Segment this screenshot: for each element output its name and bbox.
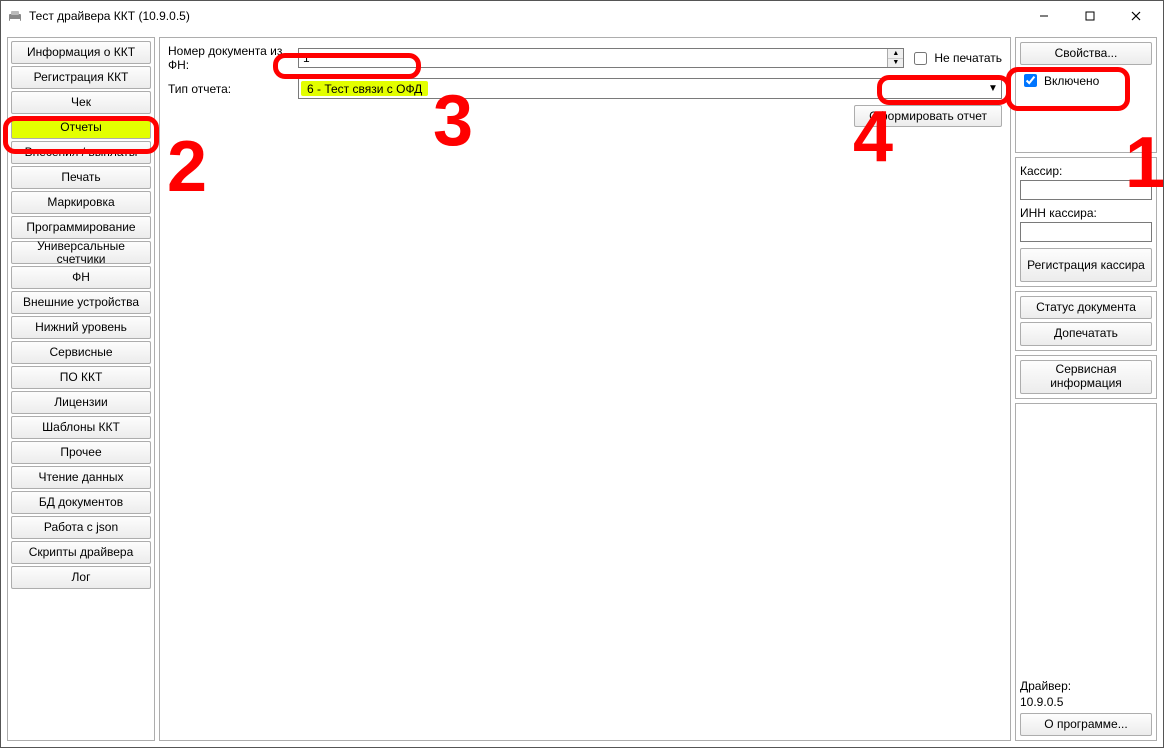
noprint-checkbox[interactable]: Не печатать [910,49,1002,68]
generate-report-label: Сформировать отчет [869,109,987,123]
sidebar-item-label: Скрипты драйвера [29,546,134,559]
sidebar-item-print[interactable]: Печать [11,166,151,189]
body: Информация о ККТ Регистрация ККТ Чек Отч… [1,31,1163,747]
report-type-value: 6 - Тест связи с ОФД [301,81,428,96]
doc-status-label: Статус документа [1036,301,1136,314]
minimize-button[interactable] [1021,1,1067,31]
sidebar-item-service[interactable]: Сервисные [11,341,151,364]
cashier-box: Кассир: ИНН кассира: Регистрация кассира [1015,157,1157,287]
spin-up-icon[interactable]: ▲ [888,49,903,59]
doc-actions-box: Статус документа Допечатать [1015,291,1157,350]
sidebar-item-label: Внесения / выплаты [25,146,138,159]
reprint-button[interactable]: Допечатать [1020,322,1152,345]
sidebar-item-licenses[interactable]: Лицензии [11,391,151,414]
service-info-label: Сервисная информация [1023,363,1149,389]
sidebar-item-label: Чтение данных [39,471,124,484]
sidebar-item-registration[interactable]: Регистрация ККТ [11,66,151,89]
sidebar-item-programming[interactable]: Программирование [11,216,151,239]
sidebar-item-label: Нижний уровень [35,321,127,334]
sidebar-item-label: Прочее [60,446,101,459]
cashier-label: Кассир: [1020,164,1152,178]
report-type-dropdown[interactable]: 6 - Тест связи с ОФД ▼ [298,78,1002,99]
sidebar-item-label: Чек [71,96,91,109]
generate-report-button[interactable]: Сформировать отчет [854,105,1002,127]
app-icon [7,8,23,24]
sidebar-item-readdata[interactable]: Чтение данных [11,466,151,489]
register-cashier-label: Регистрация кассира [1027,259,1145,272]
spin-down-icon[interactable]: ▼ [888,59,903,68]
sidebar-item-external[interactable]: Внешние устройства [11,291,151,314]
about-label: О программе... [1044,718,1127,731]
sidebar-item-label: Маркировка [47,196,114,209]
sidebar-item-label: Отчеты [60,121,101,134]
doc-status-button[interactable]: Статус документа [1020,296,1152,319]
cashier-inn-label: ИНН кассира: [1020,206,1152,220]
main-panel: Номер документа из ФН: ▲ ▼ Не печатать Т… [159,37,1011,741]
sidebar-item-log[interactable]: Лог [11,566,151,589]
sidebar-item-label: Программирование [26,221,135,234]
sidebar-item-templates[interactable]: Шаблоны ККТ [11,416,151,439]
app-window: Тест драйвера ККТ (10.9.0.5) Информация … [0,0,1164,748]
sidebar-item-label: БД документов [39,496,123,509]
noprint-label: Не печатать [934,51,1002,65]
service-box: Сервисная информация [1015,355,1157,399]
sidebar-item-label: Регистрация ККТ [34,71,129,84]
sidebar-item-label: Универсальные счетчики [14,240,148,265]
properties-button[interactable]: Свойства... [1020,42,1152,65]
sidebar-item-marking[interactable]: Маркировка [11,191,151,214]
sidebar-item-reports[interactable]: Отчеты [11,116,151,139]
sidebar-item-label: ФН [72,271,90,284]
cashier-input[interactable] [1020,180,1152,200]
properties-box: Свойства... Включено [1015,37,1157,153]
sidebar-item-label: Шаблоны ККТ [42,421,120,434]
sidebar-item-label: ПО ККТ [60,371,103,384]
sidebar-item-label: Сервисные [49,346,112,359]
cashier-inn-input[interactable] [1020,222,1152,242]
enabled-label: Включено [1044,74,1099,88]
sidebar-item-docdb[interactable]: БД документов [11,491,151,514]
service-info-button[interactable]: Сервисная информация [1020,360,1152,394]
doc-number-input[interactable] [299,49,887,67]
noprint-checkbox-input[interactable] [914,52,927,65]
sidebar-item-label: Лицензии [54,396,108,409]
sidebar-item-label: Лог [72,571,91,584]
about-button[interactable]: О программе... [1020,713,1152,736]
reprint-label: Допечатать [1054,327,1118,340]
driver-label: Драйвер: [1020,679,1152,693]
sidebar-item-cash[interactable]: Внесения / выплаты [11,141,151,164]
driver-version: 10.9.0.5 [1020,695,1152,709]
doc-number-label: Номер документа из ФН: [168,44,298,72]
register-cashier-button[interactable]: Регистрация кассира [1020,248,1152,282]
enabled-checkbox-input[interactable] [1024,74,1037,87]
doc-number-field[interactable]: ▲ ▼ [298,48,904,68]
properties-button-label: Свойства... [1055,47,1118,60]
chevron-down-icon: ▼ [985,83,1001,94]
sidebar-item-json[interactable]: Работа с json [11,516,151,539]
sidebar-item-lowlevel[interactable]: Нижний уровень [11,316,151,339]
sidebar-item-info[interactable]: Информация о ККТ [11,41,151,64]
driver-box: Драйвер: 10.9.0.5 О программе... [1015,403,1157,741]
sidebar-item-scripts[interactable]: Скрипты драйвера [11,541,151,564]
close-button[interactable] [1113,1,1159,31]
sidebar-item-label: Информация о ККТ [27,46,135,59]
window-title: Тест драйвера ККТ (10.9.0.5) [29,9,190,23]
right-column: Свойства... Включено Кассир: ИНН кассира… [1015,37,1157,741]
sidebar-item-counters[interactable]: Универсальные счетчики [11,241,151,264]
enabled-checkbox[interactable]: Включено [1020,71,1152,90]
sidebar-item-label: Печать [61,171,100,184]
sidebar-item-receipt[interactable]: Чек [11,91,151,114]
sidebar-item-software[interactable]: ПО ККТ [11,366,151,389]
sidebar: Информация о ККТ Регистрация ККТ Чек Отч… [7,37,155,741]
maximize-button[interactable] [1067,1,1113,31]
report-type-label: Тип отчета: [168,82,298,96]
titlebar: Тест драйвера ККТ (10.9.0.5) [1,1,1163,31]
sidebar-item-fn[interactable]: ФН [11,266,151,289]
doc-number-spinner[interactable]: ▲ ▼ [887,49,903,67]
sidebar-item-other[interactable]: Прочее [11,441,151,464]
sidebar-item-label: Внешние устройства [23,296,139,309]
sidebar-item-label: Работа с json [44,521,118,534]
